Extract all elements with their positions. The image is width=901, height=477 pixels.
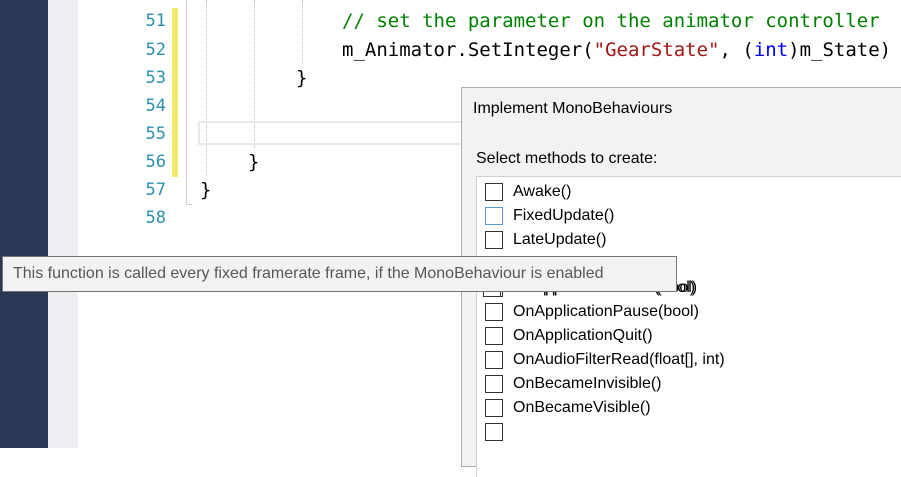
current-line-highlight	[198, 121, 478, 145]
change-tracking-bar	[172, 8, 178, 177]
checkbox[interactable]	[485, 183, 503, 201]
code-string: "GearState"	[593, 39, 720, 61]
checkbox[interactable]	[485, 375, 503, 393]
checkbox[interactable]	[485, 423, 503, 441]
method-item-partial[interactable]	[485, 420, 513, 444]
line-number: 56	[145, 152, 166, 172]
checkbox[interactable]	[485, 231, 503, 249]
method-item-awake[interactable]: Awake()	[485, 180, 571, 204]
method-item-onaudiofilterread[interactable]: OnAudioFilterRead(float[], int)	[485, 348, 725, 372]
method-item-onbecameinvisible[interactable]: OnBecameInvisible()	[485, 372, 662, 396]
method-label: OnBecameVisible()	[513, 399, 651, 416]
select-methods-label: Select methods to create:	[476, 150, 658, 167]
editor-margin	[48, 0, 78, 448]
left-tool-strip	[0, 0, 48, 448]
line-number: 58	[145, 208, 166, 228]
method-item-onapplicationpause[interactable]: OnApplicationPause(bool)	[485, 300, 699, 324]
method-label: FixedUpdate()	[513, 207, 615, 224]
checkbox[interactable]	[485, 399, 503, 417]
outline-collapse-line	[186, 0, 187, 205]
checkbox[interactable]	[485, 327, 503, 345]
method-label: Awake()	[513, 183, 572, 200]
method-label: LateUpdate()	[513, 231, 607, 248]
method-item-fixedupdate[interactable]: FixedUpdate()	[485, 204, 614, 228]
code-brace: }	[248, 151, 260, 173]
method-label: OnApplicationPause(bool)	[513, 303, 699, 320]
code-text: m_Animator.SetInteger(	[342, 39, 594, 61]
line-number: 51	[145, 11, 166, 31]
code-brace: }	[200, 179, 212, 201]
methods-list[interactable]: Awake() FixedUpdate() LateUpdate() OnApp…	[476, 176, 901, 477]
indent-guide	[206, 0, 207, 176]
line-number: 52	[145, 40, 166, 60]
line-number: 55	[145, 124, 166, 144]
line-number: 54	[145, 96, 166, 116]
checkbox[interactable]	[485, 303, 503, 321]
line-number: 57	[145, 180, 166, 200]
method-item-onapplicationquit[interactable]: OnApplicationQuit()	[485, 324, 653, 348]
checkbox[interactable]	[485, 207, 503, 225]
method-tooltip: This function is called every fixed fram…	[2, 256, 677, 292]
code-line-52: m_Animator.SetInteger("GearState", (int)…	[342, 38, 891, 62]
code-brace: }	[296, 67, 308, 89]
code-text: )m_State)	[788, 39, 892, 61]
checkbox[interactable]	[485, 351, 503, 369]
code-comment: // set the parameter on the animator con…	[342, 10, 880, 32]
outline-collapse-end	[186, 204, 192, 205]
code-keyword: int	[753, 39, 789, 61]
indent-guide	[302, 0, 303, 64]
dialog-title: Implement MonoBehaviours	[473, 100, 673, 117]
method-label: OnBecameInvisible()	[513, 375, 662, 392]
code-text: , (	[719, 39, 754, 61]
line-number: 53	[145, 68, 166, 88]
method-item-onbecamevisible[interactable]: OnBecameVisible()	[485, 396, 651, 420]
method-item-lateupdate[interactable]: LateUpdate()	[485, 228, 606, 252]
method-label: OnAudioFilterRead(float[], int)	[513, 351, 725, 368]
method-label: OnApplicationQuit()	[513, 327, 653, 344]
